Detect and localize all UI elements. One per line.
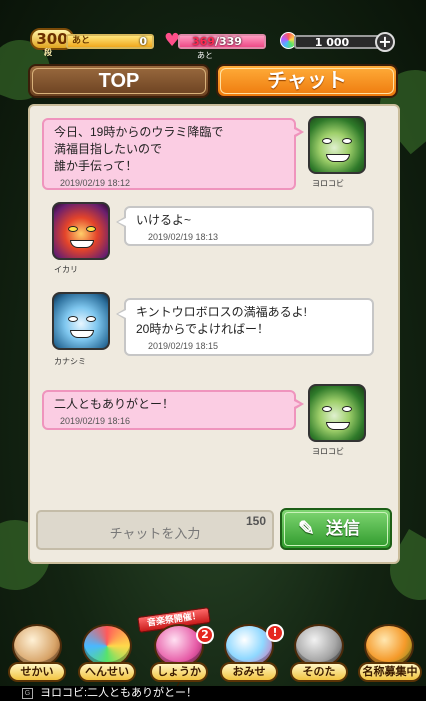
exp-bar: あと 0 xyxy=(66,34,154,49)
exp-label: あと xyxy=(72,36,91,46)
bubble-tail xyxy=(292,126,304,138)
message-text: いけるよ~ xyxy=(136,213,192,227)
avatar-eye xyxy=(342,138,352,144)
avatar-eye xyxy=(68,226,78,232)
chat-input[interactable]: チャットを入力 150 xyxy=(36,510,274,550)
chat-ticker[interactable]: G ヨロコビ:二人ともありがとー！ xyxy=(0,686,426,701)
avatar-mouth xyxy=(70,240,94,248)
nav-label: へんせい xyxy=(78,662,136,682)
message-text: 満福目指したいので xyxy=(54,142,163,156)
chat-message: 今日、19時からのウラミ降臨で 満福目指したいので 誰か手伝って！ 2019/0… xyxy=(42,116,388,200)
avatar-mouth xyxy=(326,422,350,430)
alert-badge: ! xyxy=(266,624,284,642)
rank-unit: 段 xyxy=(44,48,52,57)
sender-name: カナシミ xyxy=(54,357,86,366)
orb-counter: 1 000 xyxy=(294,35,380,49)
sender-name: イカリ xyxy=(54,265,78,274)
message-text: 今日、19時からのウラミ降臨で xyxy=(54,125,224,139)
chat-input-placeholder: チャットを入力 xyxy=(109,526,201,541)
nav-item-shoukan[interactable]: 2 しょうかん xyxy=(148,620,214,694)
avatar-eye xyxy=(322,406,332,412)
ticker-text: ヨロコビ:二人ともありがとー！ xyxy=(40,687,198,699)
nav-label: しょうかん xyxy=(150,662,208,694)
avatar-mouth xyxy=(70,330,94,338)
avatar-eye xyxy=(342,406,352,412)
avatar-mouth xyxy=(326,154,350,162)
avatar-eye xyxy=(86,226,96,232)
message-timestamp: 2019/02/19 18:12 xyxy=(60,178,131,188)
message-text: 20時からでよければー！ xyxy=(136,322,269,336)
message-text: キントウロボロスの満福あるよ! xyxy=(136,305,307,319)
avatar[interactable] xyxy=(308,384,366,442)
stamina-sub-label: あと xyxy=(197,51,213,60)
tab-chat[interactable]: チャット xyxy=(216,64,398,98)
nav-item-omise[interactable]: ! おみせ xyxy=(218,620,284,686)
stamina-max: /339 xyxy=(214,35,242,48)
chat-panel: 今日、19時からのウラミ降臨で 満福目指したいので 誰か手伝って！ 2019/0… xyxy=(28,104,400,564)
message-bubble: 二人ともありがとー！ 2019/02/19 18:16 xyxy=(42,390,304,430)
nav-item-hensei[interactable]: へんせい xyxy=(76,620,138,686)
bottom-nav: せかい へんせい 2 しょうかん ! おみせ そのた 名称募集中 xyxy=(0,620,426,694)
status-bar: 300 段 あと 0 ♥ 369/339 あと 1 000 + xyxy=(0,0,426,62)
sender-name: ヨロコビ xyxy=(312,179,344,188)
char-limit: 150 xyxy=(245,514,266,528)
nav-item-sekai[interactable]: せかい xyxy=(6,620,68,686)
message-bubble: 今日、19時からのウラミ降臨で 満福目指したいので 誰か手伝って！ 2019/0… xyxy=(42,118,304,190)
avatar-eye xyxy=(322,138,332,144)
avatar[interactable] xyxy=(52,202,110,260)
stamina-text: 369/339 xyxy=(192,35,242,48)
notification-badge: 2 xyxy=(196,626,214,644)
orb-value: 1 000 xyxy=(314,36,350,49)
chat-message: カナシミ キントウロボロスの満福あるよ! 20時からでよければー！ 2019/0… xyxy=(52,292,382,372)
message-bubble: キントウロボロスの満福あるよ! 20時からでよければー！ 2019/02/19 … xyxy=(116,298,374,356)
add-orbs-button[interactable]: + xyxy=(375,32,395,52)
message-timestamp: 2019/02/19 18:16 xyxy=(60,416,131,426)
nav-label: せかい xyxy=(8,662,66,682)
message-bubble: いけるよ~ 2019/02/19 18:13 xyxy=(116,206,374,246)
nav-item-mascot[interactable]: 名称募集中 xyxy=(356,620,424,686)
avatar-eye xyxy=(68,316,78,322)
message-text: 誰か手伝って！ xyxy=(54,159,138,173)
chat-message: イカリ いけるよ~ 2019/02/19 18:13 xyxy=(52,202,382,276)
exp-remaining: 0 xyxy=(139,35,147,48)
nav-label: 名称募集中 xyxy=(358,662,422,682)
bubble-tail xyxy=(116,216,126,228)
nav-item-sonota[interactable]: そのた xyxy=(288,620,350,686)
chat-message: 二人ともありがとー！ 2019/02/19 18:16 ヨロコビ xyxy=(42,384,388,464)
avatar[interactable] xyxy=(308,116,366,174)
message-text: 二人ともありがとー！ xyxy=(54,397,175,411)
feather-icon: ✎ xyxy=(298,518,315,540)
avatar[interactable] xyxy=(52,292,110,350)
stamina-current: 369 xyxy=(192,35,215,48)
message-timestamp: 2019/02/19 18:13 xyxy=(148,232,219,242)
send-label: 送信 xyxy=(326,519,360,538)
sender-name: ヨロコビ xyxy=(312,447,344,456)
ticker-icon: G xyxy=(22,688,33,699)
tab-top[interactable]: TOP xyxy=(28,64,210,98)
send-button[interactable]: ✎ 送信 xyxy=(280,508,392,550)
nav-label: おみせ xyxy=(220,662,278,682)
bubble-tail xyxy=(292,398,304,410)
message-timestamp: 2019/02/19 18:15 xyxy=(148,341,219,351)
stamina-bar[interactable]: 369/339 xyxy=(178,34,266,49)
bubble-tail xyxy=(116,308,126,320)
avatar-eye xyxy=(86,316,96,322)
nav-label: そのた xyxy=(290,662,348,682)
